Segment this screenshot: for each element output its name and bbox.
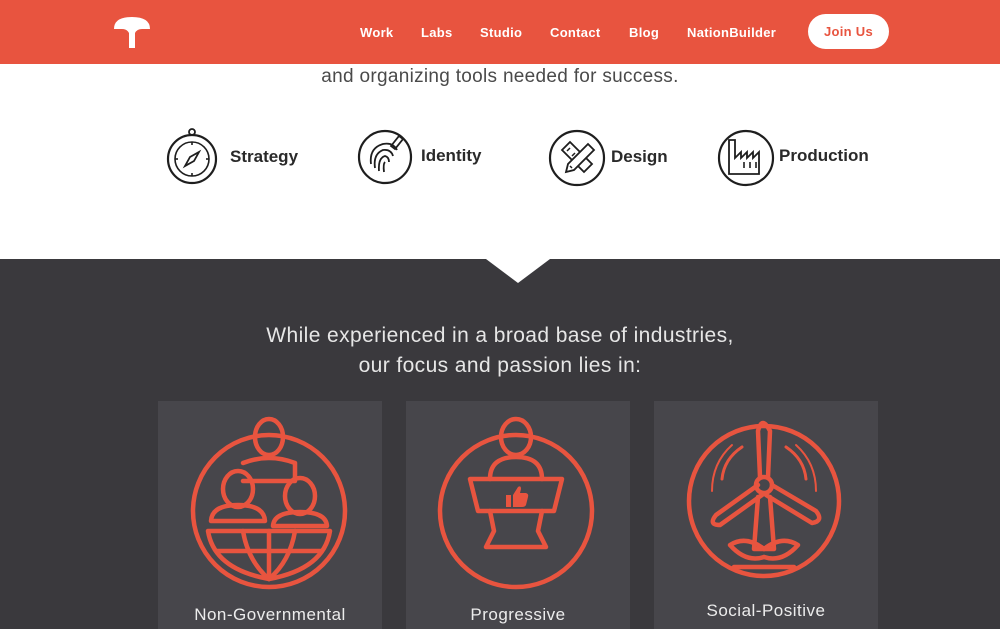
join-us-button[interactable]: Join Us — [808, 14, 889, 49]
top-nav: Work Labs Studio Contact Blog NationBuil… — [0, 0, 1000, 64]
focus-heading-line2: our focus and passion lies in: — [358, 354, 642, 377]
nav-link-contact[interactable]: Contact — [550, 25, 601, 40]
nav-link-nationbuilder[interactable]: NationBuilder — [687, 25, 776, 40]
service-strategy: Strategy — [166, 128, 326, 188]
card-non-governmental[interactable]: Non-Governmental — [158, 401, 382, 629]
wind-turbine-icon — [686, 420, 842, 579]
pencil-ruler-icon — [548, 129, 606, 187]
factory-icon — [717, 129, 775, 187]
nav-link-studio[interactable]: Studio — [480, 25, 522, 40]
card-progressive[interactable]: Progressive — [406, 401, 630, 629]
service-label-production: Production — [779, 146, 869, 165]
service-production: Production — [716, 128, 886, 188]
service-label-identity: Identity — [421, 146, 482, 165]
people-globe-icon — [190, 416, 348, 590]
focus-heading-line1: While experienced in a broad base of ind… — [266, 324, 734, 347]
nav-link-blog[interactable]: Blog — [629, 25, 659, 40]
service-label-design: Design — [611, 147, 668, 166]
service-design: Design — [548, 128, 688, 188]
card-label-social-positive: Social-Positive — [706, 601, 826, 620]
nav-link-labs[interactable]: Labs — [421, 25, 453, 40]
compass-icon — [166, 128, 218, 185]
nav-link-work[interactable]: Work — [360, 25, 393, 40]
section-notch — [486, 259, 550, 283]
fingerprint-icon — [357, 129, 413, 185]
podium-speaker-icon — [437, 416, 595, 590]
service-identity: Identity — [357, 128, 507, 188]
card-label-non-governmental: Non-Governmental — [194, 605, 346, 624]
card-social-positive[interactable]: Social-Positive — [654, 401, 878, 629]
card-label-progressive: Progressive — [470, 605, 566, 624]
service-label-strategy: Strategy — [230, 147, 299, 166]
intro-text: and organizing tools needed for success. — [321, 66, 679, 87]
